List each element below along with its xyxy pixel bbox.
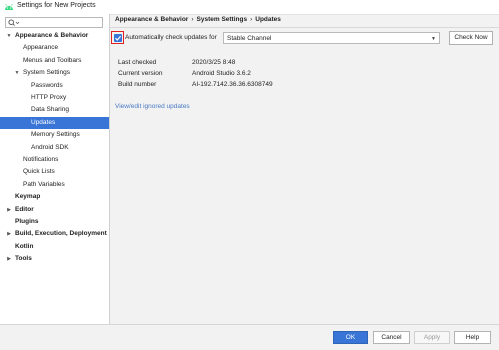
search-input[interactable] (20, 18, 100, 27)
sidebar-item-label: Updates (31, 118, 56, 126)
breadcrumb-separator: › (250, 16, 253, 23)
help-button[interactable]: Help (454, 331, 491, 344)
sidebar-item-label: Menus and Toolbars (23, 56, 82, 64)
sidebar-item-label: Editor (15, 205, 34, 213)
settings-search[interactable] (5, 17, 103, 28)
apply-button[interactable]: Apply (414, 331, 450, 344)
sidebar-item-passwords[interactable]: Passwords (0, 80, 109, 92)
sidebar-item-memory-settings[interactable]: Memory Settings (0, 129, 109, 141)
sidebar-item-label: Build, Execution, Deployment (15, 230, 107, 238)
info-key: Current version (118, 70, 163, 77)
sidebar-item-label: System Settings (23, 69, 70, 77)
auto-check-label[interactable]: Automatically check updates for (125, 34, 217, 41)
search-icon (8, 19, 20, 26)
chevron-right-icon[interactable]: ▶ (6, 228, 12, 240)
sidebar-item-kotlin[interactable]: Kotlin (0, 241, 109, 253)
sidebar-item-label: Quick Lists (23, 168, 55, 176)
sidebar-item-system-settings[interactable]: ▼ System Settings (0, 67, 109, 79)
sidebar-item-label: HTTP Proxy (31, 94, 67, 101)
sidebar-item-data-sharing[interactable]: Data Sharing (0, 104, 109, 116)
chevron-right-icon[interactable]: ▶ (6, 204, 12, 216)
sidebar-item-http-proxy[interactable]: HTTP Proxy (0, 92, 109, 104)
sidebar-item-tools[interactable]: ▶ Tools (0, 253, 109, 265)
sidebar-item-label: Android SDK (31, 143, 69, 151)
settings-sidebar: ▼ Appearance & Behavior Appearance Menus an… (0, 14, 110, 324)
cancel-button[interactable]: Cancel (373, 331, 410, 344)
sidebar-item-label: Appearance (23, 44, 59, 52)
sidebar-item-label: Appearance & Behavior (15, 32, 89, 39)
content-divider (110, 27, 499, 28)
info-value: AI-192.7142.36.36.6308749 (192, 81, 273, 88)
sidebar-item-label: Keymap (15, 193, 41, 201)
sidebar-item-label: Path Variables (23, 180, 65, 188)
ignored-updates-link[interactable]: View/edit ignored updates (115, 103, 190, 110)
sidebar-item-notifications[interactable]: Notifications (0, 154, 109, 166)
sidebar-item-label: Plugins (15, 218, 39, 225)
check-now-button[interactable]: Check Now (449, 31, 493, 45)
breadcrumb-system-settings: System Settings (196, 16, 248, 23)
chevron-down-icon: ▼ (431, 36, 436, 42)
info-key: Last checked (118, 59, 157, 66)
sidebar-item-plugins[interactable]: Plugins (0, 216, 109, 228)
chevron-right-icon[interactable]: ▶ (6, 253, 12, 265)
sidebar-item-updates[interactable]: Updates (0, 116, 109, 129)
sidebar-item-android-sdk[interactable]: Android SDK (0, 142, 109, 154)
sidebar-item-quick-lists[interactable]: Quick Lists (0, 166, 109, 178)
sidebar-item-label: Kotlin (15, 242, 34, 250)
sidebar-item-label: Passwords (31, 81, 63, 89)
update-channel-select[interactable]: Stable Channel ▼ (223, 32, 440, 44)
chevron-down-icon[interactable]: ▼ (6, 30, 12, 42)
sidebar-item-path-variables[interactable]: Path Variables (0, 179, 109, 191)
sidebar-item-build-execution-deployment[interactable]: ▶ Build, Execution, Deployment (0, 228, 109, 240)
breadcrumb: Appearance & Behavior › System Settings › Up… (115, 16, 281, 23)
dialog-footer: OK Cancel Apply Help (0, 324, 499, 350)
auto-check-checkbox[interactable] (114, 34, 122, 42)
info-key: Build number (118, 81, 157, 88)
chevron-down-icon[interactable]: ▼ (14, 67, 20, 79)
sidebar-item-appearance-behavior[interactable]: ▼ Appearance & Behavior (0, 30, 109, 42)
sidebar-item-menus-and-toolbars[interactable]: Menus and Toolbars (0, 55, 109, 67)
sidebar-item-keymap[interactable]: Keymap (0, 191, 109, 203)
android-icon (5, 4, 13, 10)
sidebar-item-label: Tools (15, 255, 32, 263)
breadcrumb-updates: Updates (255, 16, 281, 23)
breadcrumb-separator: › (191, 16, 194, 23)
info-value: Android Studio 3.6.2 (192, 70, 251, 77)
sidebar-item-label: Memory Settings (31, 131, 80, 139)
breadcrumb-appearance-behavior: Appearance & Behavior (115, 16, 189, 23)
update-channel-value: Stable Channel (227, 35, 272, 42)
sidebar-item-label: Notifications (23, 156, 59, 163)
sidebar-item-appearance[interactable]: Appearance (0, 42, 109, 54)
sidebar-item-label: Data Sharing (31, 106, 69, 114)
checkmark-icon (115, 35, 122, 41)
info-value: 2020/3/25 8:48 (192, 59, 236, 66)
window-title: Settings for New Projects (17, 2, 96, 9)
sidebar-item-editor[interactable]: ▶ Editor (0, 204, 109, 216)
title-bar: Settings for New Projects (0, 0, 499, 15)
ok-button[interactable]: OK (333, 331, 368, 344)
